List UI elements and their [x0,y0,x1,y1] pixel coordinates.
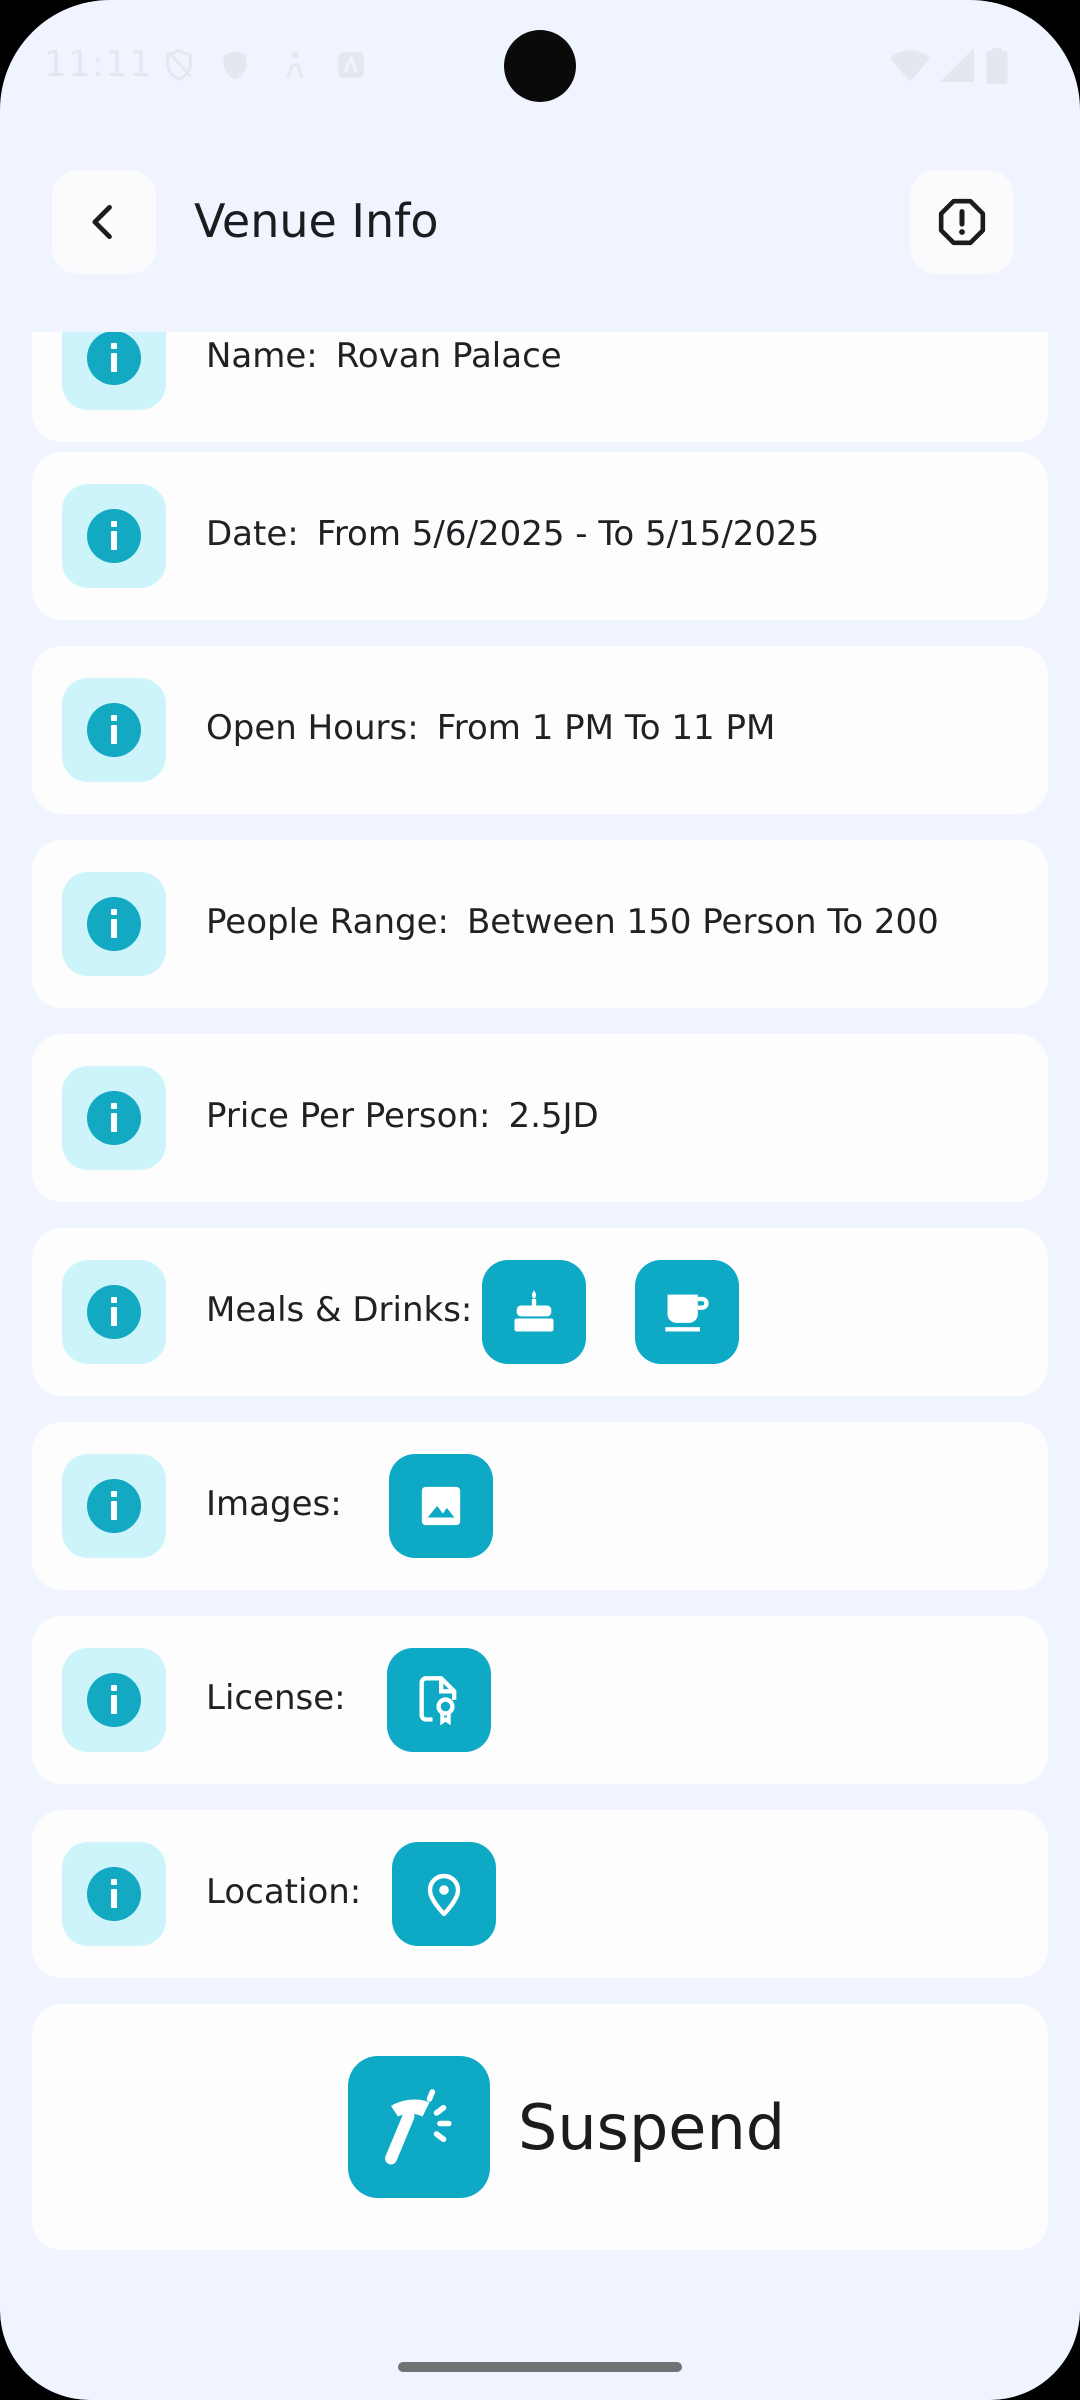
info-icon [87,1673,141,1727]
alert-octagon-icon [938,198,986,246]
page-title: Venue Info [194,194,439,248]
meals-button[interactable] [482,1260,586,1364]
image-icon [421,1486,461,1526]
suspend-label: Suspend [518,2090,786,2164]
row-value: From 5/6/2025 - To 5/15/2025 [316,514,820,554]
row-value: Between 150 Person To 200 [466,902,939,942]
location-pin-icon [427,1873,461,1917]
info-icon [87,703,141,757]
info-badge [62,1260,166,1364]
info-row-meals-drinks: Meals & Drinks: [32,1228,1048,1396]
info-row-price: Price Per Person: 2.5JD [32,1034,1048,1202]
info-row-open-hours: Open Hours: From 1 PM To 11 PM [32,646,1048,814]
info-row-location: Location: [32,1810,1048,1978]
row-value: From 1 PM To 11 PM [436,708,776,748]
info-row-date: Date: From 5/6/2025 - To 5/15/2025 [32,452,1048,620]
shield-off-icon [166,49,192,81]
shield-icon [223,50,247,80]
row-label: People Range: [206,902,449,942]
info-row-name: Name: Rovan Palace [32,332,1048,442]
row-label: Location: [206,1872,362,1912]
info-icon [87,509,141,563]
info-row-license: License: [32,1616,1048,1784]
info-row-people-range: People Range: Between 150 Person To 200 [32,840,1048,1008]
app-header: Venue Info [0,170,1080,276]
suspend-icon-tile [348,2056,490,2198]
location-button[interactable] [392,1842,496,1946]
cake-icon [514,1290,554,1332]
row-label: Images: [206,1484,342,1524]
coffee-icon [665,1294,709,1332]
camera-cutout [504,30,576,102]
info-badge [62,1842,166,1946]
row-label: Meals & Drinks: [206,1290,473,1330]
wifi-icon [890,50,930,82]
hammer-icon [385,2089,452,2165]
home-indicator[interactable] [398,2362,682,2372]
info-icon [87,1285,141,1339]
info-badge [62,484,166,588]
info-icon [87,1479,141,1533]
battery-icon [986,48,1008,84]
images-button[interactable] [389,1454,493,1558]
accessibility-icon [286,51,304,79]
row-label: Open Hours: [206,708,419,748]
info-icon [87,1091,141,1145]
row-value: Rovan Palace [335,336,562,376]
app-store-icon [338,52,364,78]
info-badge [62,1454,166,1558]
suspend-card: Suspend [32,2004,1048,2250]
signal-icon [940,48,974,82]
license-button[interactable] [387,1648,491,1752]
info-icon [87,897,141,951]
license-file-icon [419,1676,457,1726]
row-label: Name: [206,336,318,376]
venue-info-list[interactable]: Name: Rovan Palace Date: From 5/6/2025 - T… [0,332,1080,2272]
row-label: License: [206,1678,346,1718]
info-badge [62,332,166,410]
row-value: 2.5JD [508,1096,599,1136]
row-label: Price Per Person: [206,1096,491,1136]
info-badge [62,678,166,782]
row-label: Date: [206,514,299,554]
status-time: 11:11 [44,44,153,85]
screen: 11:11 Venue Info Name: Rovan Palace Date:… [0,0,1080,2400]
status-bar: 11:11 [0,0,1080,130]
suspend-button[interactable]: Suspend [348,2056,785,2198]
report-button[interactable] [910,170,1014,274]
chevron-left-icon [92,204,112,240]
info-row-images: Images: [32,1422,1048,1590]
info-icon [87,332,141,385]
drinks-button[interactable] [635,1260,739,1364]
info-icon [87,1867,141,1921]
info-badge [62,1648,166,1752]
info-badge [62,872,166,976]
info-badge [62,1066,166,1170]
back-button[interactable] [52,170,156,274]
